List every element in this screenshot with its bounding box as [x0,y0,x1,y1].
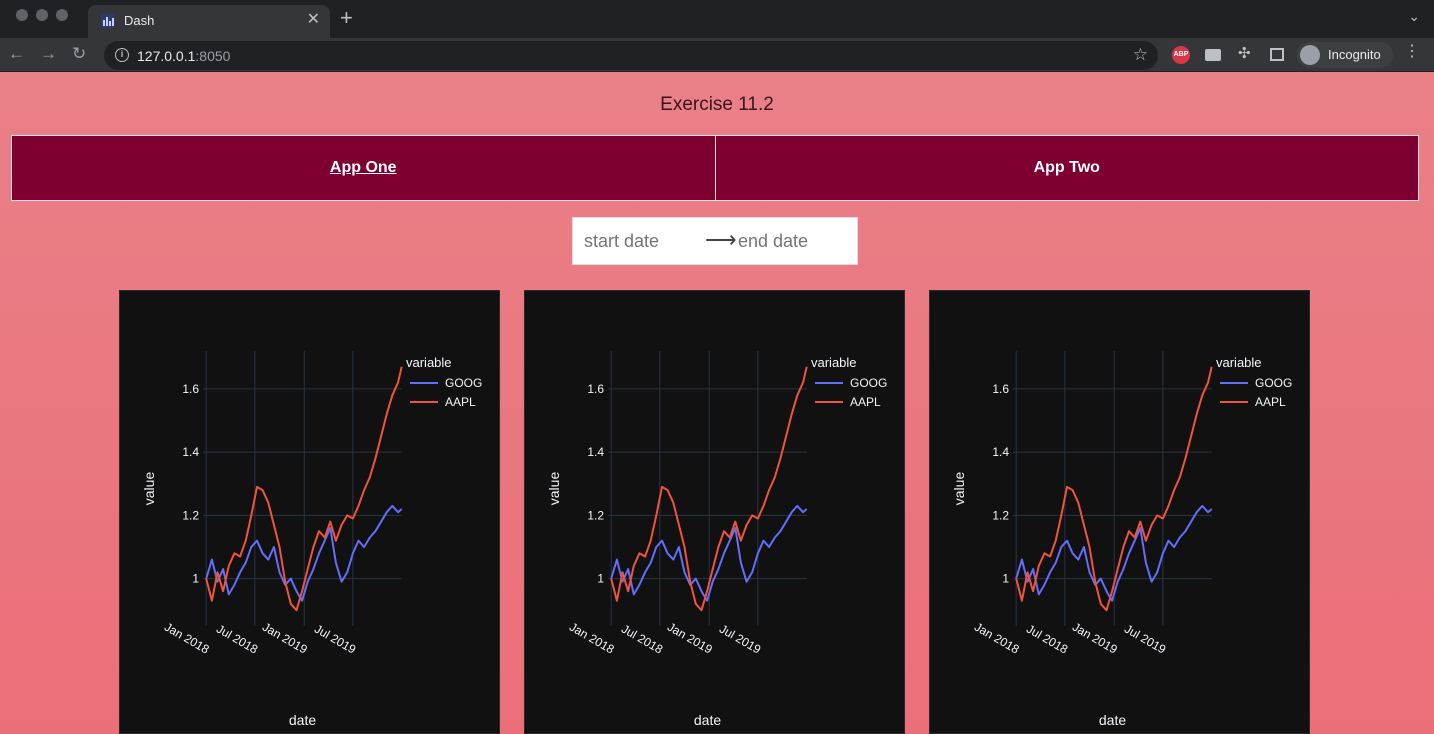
y-tick-label: 1 [597,572,604,586]
x-axis-title: date [289,712,316,728]
legend-title: variable [406,355,452,370]
y-tick-label: 1.4 [182,445,199,459]
x-tick-label: Jul 2018 [1024,622,1071,657]
y-tick-label: 1.2 [182,508,199,522]
legend-title: variable [1216,355,1262,370]
site-info-icon[interactable]: i [115,48,129,62]
side-panel-icon[interactable] [1270,48,1284,61]
x-tick-label: Jan 2019 [665,620,715,657]
forward-arrow-icon[interactable]: → [40,43,57,65]
chart-svg: Jan 2018 Jul 2018 Jan 2019 Jul 2019 1 1.2 1.4 1… [546,351,887,728]
y-tick-label: 1 [1002,572,1009,586]
y-tick-label: 1.4 [587,445,604,459]
extensions-puzzle-icon[interactable]: ✣ [1238,44,1251,62]
url-text[interactable]: 127.0.0.1:8050 [137,48,230,64]
browser-menu-icon[interactable]: ⋮ [1404,44,1420,60]
stock-graph-3[interactable]: Jan 2018 Jul 2018 Jan 2019 Jul 2019 1 1.2 1.4 1… [929,290,1310,734]
x-tick-label: Jan 2019 [1070,620,1120,657]
camera-extension-icon[interactable] [1205,49,1221,61]
x-tick-label: Jan 2018 [972,620,1022,657]
tab-title: Dash [124,13,155,28]
x-tick-label: Jan 2019 [260,620,310,657]
legend-label-goog[interactable]: GOOG [850,376,887,390]
legend-label-aapl[interactable]: AAPL [445,395,476,409]
y-tick-label: 1.2 [587,508,604,522]
chart-svg: Jan 2018 Jul 2018 Jan 2019 Jul 2019 1 1.2 1.4 1… [141,351,482,728]
x-tick-label: Jul 2018 [214,622,261,657]
start-date-input[interactable] [584,231,694,252]
legend-title: variable [811,355,857,370]
x-tick-label: Jul 2019 [312,622,359,657]
stock-graph-2[interactable]: Jan 2018 Jul 2018 Jan 2019 Jul 2019 1 1.2 1.4 1… [524,290,905,734]
legend-label-goog[interactable]: GOOG [1255,376,1292,390]
minimize-window-icon[interactable] [36,9,48,21]
incognito-icon [1300,45,1320,65]
x-tick-label: Jul 2019 [717,622,764,657]
browser-tab-bar: Dash ✕ + ⌄ [0,0,1434,38]
y-tick-label: 1.2 [992,508,1009,522]
y-tick-label: 1.4 [992,445,1009,459]
tab-search-chevron-icon[interactable]: ⌄ [1408,8,1420,25]
date-range-picker: ⟶ [572,217,858,265]
address-bar[interactable]: i 127.0.0.1:8050 ☆ [104,41,1158,70]
dash-favicon-icon [101,14,115,28]
y-tick-label: 1 [192,572,199,586]
browser-toolbar: ← → ↻ i 127.0.0.1:8050 ☆ ABP ✣ Incognito… [0,38,1434,72]
tab-app-one[interactable]: App One [12,136,715,200]
y-axis-title: value [546,472,562,506]
browser-tab[interactable]: Dash ✕ [88,5,330,38]
tab-app-two[interactable]: App Two [714,136,1418,200]
page-title: Exercise 11.2 [660,94,774,115]
x-axis-title: date [1099,712,1126,728]
y-tick-label: 1.6 [992,382,1009,396]
bookmark-star-icon[interactable]: ☆ [1133,45,1148,65]
x-tick-label: Jan 2018 [162,620,212,657]
x-axis-title: date [694,712,721,728]
legend-label-aapl[interactable]: AAPL [850,395,881,409]
legend-label-aapl[interactable]: AAPL [1255,395,1286,409]
y-tick-label: 1.6 [587,382,604,396]
close-window-icon[interactable] [16,9,28,21]
end-date-input[interactable] [738,231,848,252]
incognito-profile-button[interactable]: Incognito [1297,42,1393,68]
x-tick-label: Jul 2018 [619,622,666,657]
stock-graph-1[interactable]: Jan 2018 Jul 2018 Jan 2019 Jul 2019 1 1.2 1.4 1… [119,290,500,734]
chart-svg: Jan 2018 Jul 2018 Jan 2019 Jul 2019 1 1.2 1.4 1… [951,351,1292,728]
y-tick-label: 1.6 [182,382,199,396]
profile-label: Incognito [1328,47,1381,62]
y-axis-title: value [141,472,157,506]
adblock-extension-icon[interactable]: ABP [1172,46,1190,64]
app-tabs: App One App Two [11,135,1419,201]
back-arrow-icon[interactable]: ← [8,43,25,65]
close-tab-icon[interactable]: ✕ [307,11,320,29]
new-tab-icon[interactable]: + [340,6,353,30]
dash-page: Exercise 11.2 App One App Two ⟶ Jan 2018… [0,72,1434,734]
reload-icon[interactable]: ↻ [72,43,86,65]
range-arrow-icon: ⟶ [705,227,737,252]
y-axis-title: value [951,472,967,506]
x-tick-label: Jul 2019 [1122,622,1169,657]
x-tick-label: Jan 2018 [567,620,617,657]
legend-label-goog[interactable]: GOOG [445,376,482,390]
maximize-window-icon[interactable] [56,9,68,21]
